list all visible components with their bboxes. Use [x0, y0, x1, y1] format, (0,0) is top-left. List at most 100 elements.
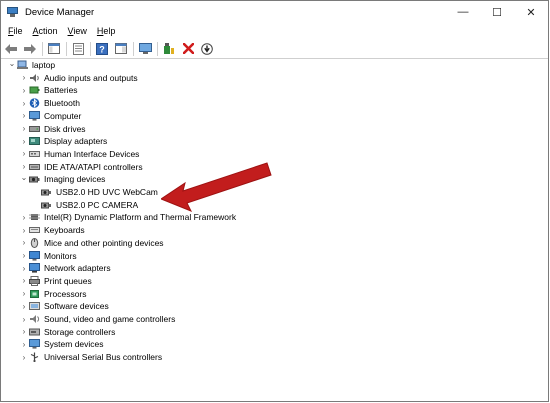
collapsed-chevron-icon[interactable]: ›: [19, 288, 29, 300]
collapsed-chevron-icon[interactable]: ›: [19, 250, 29, 262]
tree-category-storage-controllers[interactable]: › Storage controllers: [19, 326, 116, 338]
maximize-button[interactable]: ☐: [480, 1, 514, 23]
monitor-icon: [29, 250, 40, 261]
tree-category-print-queues-label: Print queues: [44, 275, 92, 286]
tree-category-bluetooth[interactable]: › Bluetooth: [19, 97, 80, 109]
tree-category-processors-label: Processors: [44, 288, 87, 299]
close-icon: ✕: [526, 6, 536, 19]
minimize-button[interactable]: —: [446, 1, 480, 23]
action-pane-icon: [115, 43, 127, 54]
network-adapter-icon: [29, 263, 40, 273]
menu-help[interactable]: Help: [92, 26, 121, 36]
collapsed-chevron-icon[interactable]: ›: [19, 262, 29, 274]
tree-category-imaging-devices-label: Imaging devices: [44, 174, 106, 185]
collapsed-chevron-icon[interactable]: ›: [19, 84, 29, 96]
collapsed-chevron-icon[interactable]: ›: [19, 351, 29, 363]
tree-category-keyboards[interactable]: › Keyboards: [19, 224, 85, 236]
uninstall-icon: [182, 43, 194, 54]
collapsed-chevron-icon[interactable]: ›: [19, 135, 29, 147]
collapsed-chevron-icon[interactable]: ›: [19, 211, 29, 223]
toolbar-separator: [133, 41, 134, 56]
menu-file[interactable]: File: [3, 26, 28, 36]
collapsed-chevron-icon[interactable]: ›: [19, 97, 29, 109]
scan-hardware-button[interactable]: [200, 42, 214, 56]
tree-category-human-interface-devices[interactable]: › Human Interface Devices: [19, 148, 140, 160]
tree-category-audio-inputs-and-outputs-label: Audio inputs and outputs: [44, 72, 138, 83]
collapsed-chevron-icon[interactable]: ›: [19, 313, 29, 325]
tree-category-print-queues[interactable]: › Print queues: [19, 275, 92, 287]
collapsed-chevron-icon[interactable]: ›: [19, 123, 29, 135]
battery-icon: [29, 85, 40, 95]
forward-icon: [24, 43, 36, 54]
uninstall-button[interactable]: [181, 42, 195, 56]
tree-category-mice-and-other-pointing-devices[interactable]: › Mice and other pointing devices: [19, 237, 164, 249]
tree-category-software-devices-label: Software devices: [44, 301, 109, 312]
minimize-icon: —: [457, 6, 469, 18]
tree-category-sound-video-and-game-controllers[interactable]: › Sound, video and game controllers: [19, 313, 176, 325]
tree-category-universal-serial-bus-controllers[interactable]: › Universal Serial Bus controllers: [19, 351, 162, 363]
tree-category-software-devices[interactable]: › Software devices: [19, 300, 109, 312]
window-title: Device Manager: [25, 6, 95, 18]
show-hide-console-tree-icon: [48, 43, 60, 54]
help-button[interactable]: ?: [95, 42, 109, 56]
back-icon: [5, 43, 17, 54]
toolbar-separator: [157, 41, 158, 56]
collapsed-chevron-icon[interactable]: ›: [19, 224, 29, 236]
bluetooth-icon: [29, 98, 40, 108]
scan-hardware-icon: [201, 42, 213, 55]
forward-button[interactable]: [23, 42, 37, 56]
storage-controller-icon: [29, 327, 40, 337]
tree-category-imaging-devices[interactable]: ⌄ Imaging devices: [19, 171, 106, 185]
monitor-button[interactable]: [138, 42, 152, 56]
show-hide-console-tree-button[interactable]: [47, 42, 61, 56]
collapsed-chevron-icon[interactable]: ›: [19, 72, 29, 84]
tree-category-keyboards-label: Keyboards: [44, 225, 85, 236]
update-driver-icon: [164, 42, 174, 54]
tree-root-laptop[interactable]: ⌄ laptop: [7, 57, 56, 71]
tree-category-ide-ata-atapi-controllers-label: IDE ATA/ATAPI controllers: [44, 161, 143, 172]
sound-icon: [29, 314, 40, 324]
title-bar[interactable]: Device Manager — ☐ ✕: [1, 1, 548, 23]
tree-root-laptop-label: laptop: [32, 60, 56, 70]
display-adapter-icon: [29, 136, 40, 146]
expanded-chevron-icon[interactable]: ⌄: [19, 171, 29, 183]
tree-category-system-devices-label: System devices: [44, 339, 104, 350]
collapsed-chevron-icon[interactable]: ›: [19, 275, 29, 287]
tree-category-computer[interactable]: › Computer: [19, 110, 81, 122]
tree-category-mice-and-other-pointing-devices-label: Mice and other pointing devices: [44, 237, 164, 248]
collapsed-chevron-icon[interactable]: ›: [19, 326, 29, 338]
action-pane-button[interactable]: [114, 42, 128, 56]
close-button[interactable]: ✕: [514, 1, 548, 23]
tree-category-system-devices[interactable]: › System devices: [19, 338, 104, 350]
toolbar-separator: [90, 41, 91, 56]
tree-category-audio-inputs-and-outputs[interactable]: › Audio inputs and outputs: [19, 72, 138, 84]
expanded-chevron-icon[interactable]: ⌄: [7, 57, 17, 69]
device-tree: ⌄ laptop › Audio inputs and outputs › Batteri…: [1, 59, 548, 401]
properties-button[interactable]: [71, 42, 85, 56]
tree-category-batteries[interactable]: › Batteries: [19, 84, 78, 96]
collapsed-chevron-icon[interactable]: ›: [19, 148, 29, 160]
collapsed-chevron-icon[interactable]: ›: [19, 300, 29, 312]
maximize-icon: ☐: [492, 6, 502, 19]
tree-category-display-adapters[interactable]: › Display adapters: [19, 135, 108, 147]
back-button[interactable]: [4, 42, 18, 56]
update-driver-button[interactable]: [162, 42, 176, 56]
svg-text:?: ?: [99, 44, 105, 54]
tree-category-disk-drives[interactable]: › Disk drives: [19, 123, 86, 135]
menu-bar: File Action View Help: [1, 23, 548, 39]
menu-view[interactable]: View: [63, 26, 92, 36]
tree-device-usb2-0-pc-camera[interactable]: USB2.0 PC CAMERA: [31, 199, 138, 211]
tree-category-processors[interactable]: › Processors: [19, 288, 87, 300]
tree-category-network-adapters-label: Network adapters: [44, 263, 111, 274]
collapsed-chevron-icon[interactable]: ›: [19, 338, 29, 350]
collapsed-chevron-icon[interactable]: ›: [19, 237, 29, 249]
tree-category-ide-ata-atapi-controllers[interactable]: › IDE ATA/ATAPI controllers: [19, 161, 143, 173]
tree-category-network-adapters[interactable]: › Network adapters: [19, 262, 111, 274]
tree-category-monitors[interactable]: › Monitors: [19, 250, 77, 262]
tree-device-usb2-0-hd-uvc-webcam[interactable]: USB2.0 HD UVC WebCam: [31, 186, 158, 198]
collapsed-chevron-icon[interactable]: ›: [19, 110, 29, 122]
tree-device-usb2-0-hd-uvc-webcam-label: USB2.0 HD UVC WebCam: [56, 187, 158, 197]
menu-action[interactable]: Action: [28, 26, 63, 36]
tree-category-batteries-label: Batteries: [44, 85, 78, 96]
